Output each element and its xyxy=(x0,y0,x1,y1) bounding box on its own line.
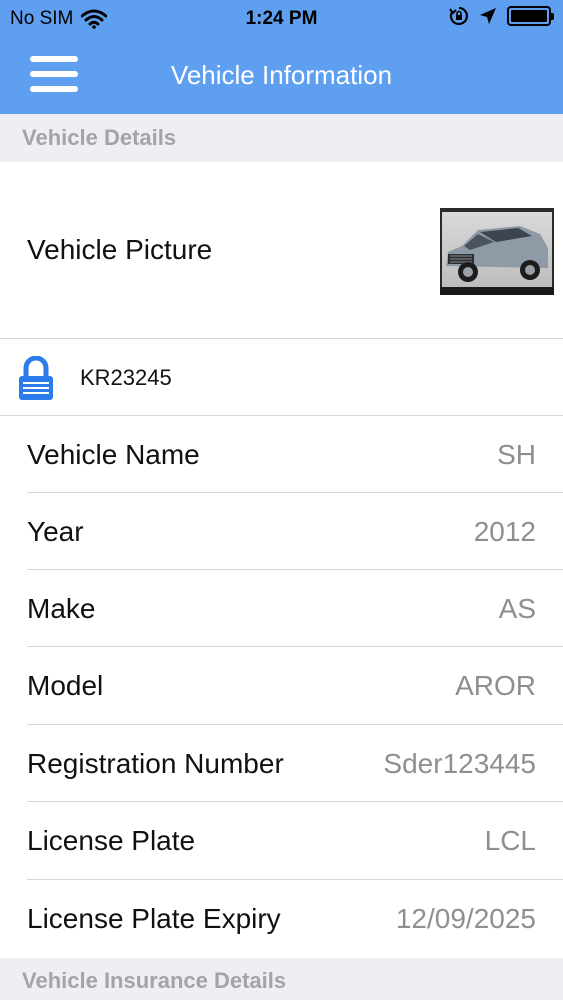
field-value: 12/09/2025 xyxy=(395,903,536,934)
section-header-insurance-details: Vehicle Insurance Details xyxy=(0,958,563,1000)
field-row-make[interactable]: Make AS xyxy=(0,569,563,646)
battery-icon xyxy=(507,6,554,26)
field-label: Registration Number xyxy=(27,748,284,779)
row-divider xyxy=(27,879,563,880)
field-row-license-plate[interactable]: License Plate LCL xyxy=(0,801,563,878)
status-right xyxy=(449,6,554,26)
orientation-lock-icon xyxy=(449,6,468,26)
car-image xyxy=(440,208,554,295)
location-arrow-icon xyxy=(480,8,496,24)
vehicle-id-text: KR23245 xyxy=(80,365,172,390)
row-divider xyxy=(27,801,563,802)
field-value: SH xyxy=(497,439,536,470)
field-label: Year xyxy=(27,516,84,547)
app-header: No SIM 1:24 PM Vehicle Information xyxy=(0,0,563,114)
lock-icon xyxy=(19,356,53,400)
field-label: Model xyxy=(27,670,104,701)
nav-bar: Vehicle Information xyxy=(0,40,563,114)
row-divider xyxy=(27,569,563,570)
vehicle-picture-row[interactable]: Vehicle Picture xyxy=(0,162,563,338)
row-divider xyxy=(0,415,563,416)
field-row-registration-number[interactable]: Registration Number Sder123445 xyxy=(0,724,563,801)
field-value: AS xyxy=(498,593,536,624)
row-divider xyxy=(27,492,563,493)
section-header-vehicle-details: Vehicle Details xyxy=(0,114,563,162)
field-row-model[interactable]: Model AROR xyxy=(0,646,563,723)
vehicle-picture-label: Vehicle Picture xyxy=(27,234,213,265)
status-bar: No SIM 1:24 PM xyxy=(0,0,563,40)
field-value: LCL xyxy=(484,825,536,856)
field-row-vehicle-name[interactable]: Vehicle Name SH xyxy=(0,415,563,492)
vehicle-thumbnail[interactable] xyxy=(440,208,554,295)
field-row-year[interactable]: Year 2012 xyxy=(0,492,563,569)
field-label: Vehicle Name xyxy=(27,439,200,470)
field-label: License Plate Expiry xyxy=(27,903,281,934)
field-row-license-plate-expiry[interactable]: License Plate Expiry 12/09/2025 xyxy=(0,879,563,956)
field-label: Make xyxy=(27,593,96,624)
field-value: 2012 xyxy=(473,516,536,547)
field-value: Sder123445 xyxy=(383,748,536,779)
vehicle-id-row: KR23245 xyxy=(0,338,563,415)
row-divider xyxy=(27,646,563,647)
field-label: License Plate xyxy=(27,825,196,856)
field-value: AROR xyxy=(455,670,536,701)
page-title: Vehicle Information xyxy=(170,60,393,90)
row-divider xyxy=(27,724,563,725)
